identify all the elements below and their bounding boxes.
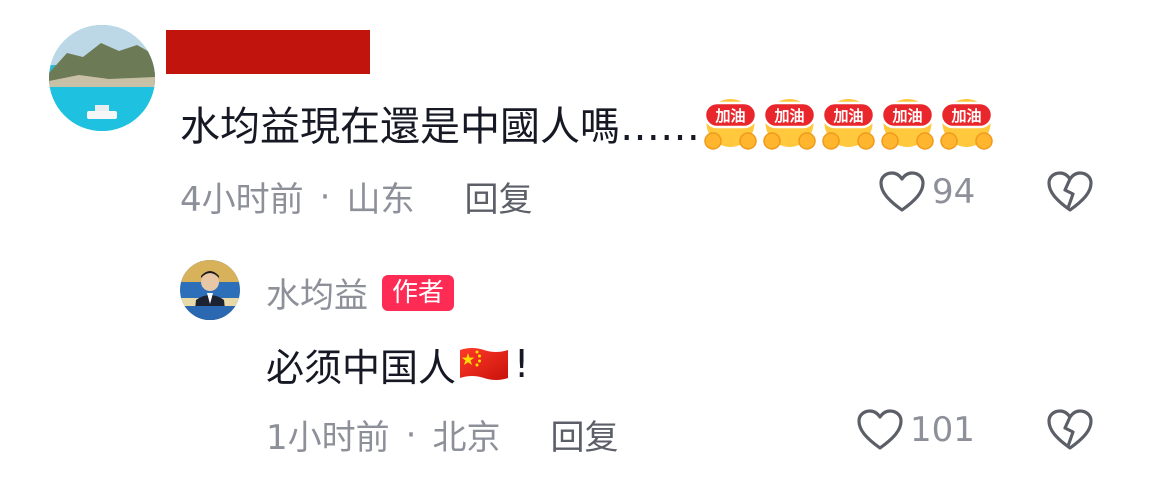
broken-heart-icon [1047,171,1093,212]
heart-icon [857,409,903,450]
jiayou-emoji-icon: 加油 [703,99,758,150]
meta-separator: · [405,414,417,455]
jiayou-emoji-icon: 加油 [939,99,994,150]
reply-location: 北京 [432,418,501,458]
reply-button[interactable]: 回复 [550,410,618,459]
comment-meta: 4小时前 · 山东 回复 [180,172,532,221]
author-name[interactable]: 水均益 [266,268,368,317]
jiayou-emoji-icon: 加油 [762,99,817,150]
jiayou-label: 加油 [950,107,981,125]
jiayou-emoji-icon: 加油 [821,99,876,150]
redacted-username [166,30,370,74]
dislike-button[interactable] [1046,170,1094,218]
reply-text-after: ! [514,342,530,386]
avatar-image [180,260,240,320]
like-button[interactable]: 94 [878,170,975,214]
comment-text: 水均益現在還是中國人嗎…… [180,104,700,150]
china-flag-icon [460,348,509,380]
comment-body: 水均益現在還是中國人嗎…… 加油 加油 加油 加油 加油 [180,90,997,156]
like-count: 94 [932,172,976,212]
avatar-image [49,25,155,131]
commenter-avatar[interactable] [49,25,155,131]
jiayou-emoji-icon: 加油 [880,99,935,150]
reply-author-row: 水均益 作者 [266,268,455,317]
jiayou-label: 加油 [832,107,863,125]
reply-time: 1小时前 [266,418,390,458]
jiayou-emoji-row: 加油 加油 加油 加油 加油 [702,93,997,153]
broken-heart-icon [1047,409,1093,450]
like-count: 101 [910,410,975,450]
jiayou-label: 加油 [891,107,922,125]
like-button[interactable]: 101 [856,408,975,452]
jiayou-label: 加油 [714,107,745,125]
reply-button[interactable]: 回复 [464,172,532,221]
heart-icon [879,171,925,212]
author-avatar[interactable] [180,260,240,320]
reply-meta: 1小时前 · 北京 回复 [266,410,618,459]
comment-location: 山东 [346,180,415,220]
reply-body: 必须中国人 ! [266,336,529,392]
reply-text-before: 必须中国人 [266,345,457,390]
author-badge: 作者 [382,274,455,311]
jiayou-label: 加油 [773,107,804,125]
dislike-button[interactable] [1046,408,1094,456]
meta-separator: · [319,176,331,217]
comment-time: 4小时前 [180,180,304,220]
